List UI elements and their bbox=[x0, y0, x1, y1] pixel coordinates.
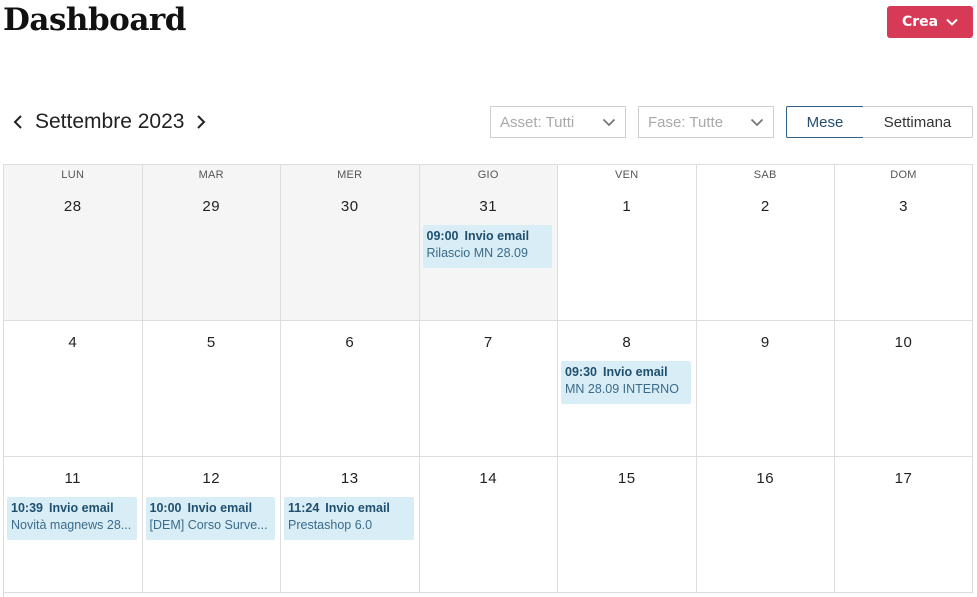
event-type: Invio email bbox=[602, 365, 668, 379]
weekday-header: VEN bbox=[614, 169, 639, 181]
month-navigation: Settembre 2023 bbox=[8, 108, 211, 136]
day-number: 16 bbox=[756, 470, 775, 487]
event-title: [DEM] Corso Surve... bbox=[149, 518, 268, 532]
day-cell[interactable]: 8 09:30 Invio email MN 28.09 INTERNO bbox=[558, 321, 697, 457]
day-cell[interactable]: VEN 1 bbox=[558, 165, 697, 321]
weekday-header: MER bbox=[337, 169, 363, 181]
event-header: 09:30 Invio email bbox=[565, 365, 687, 379]
event-header: 11:24 Invio email bbox=[288, 501, 410, 515]
event-title: MN 28.09 INTERNO bbox=[565, 382, 679, 396]
week-row: 11 10:39 Invio email Novità magnews 28... 12… bbox=[4, 457, 973, 593]
chevron-right-icon bbox=[197, 115, 206, 129]
day-cell[interactable]: 6 bbox=[281, 321, 420, 457]
event-time: 10:39 bbox=[11, 501, 43, 515]
chevron-down-icon bbox=[602, 118, 616, 126]
event-header: 10:39 Invio email bbox=[11, 501, 133, 515]
day-number: 5 bbox=[206, 334, 216, 351]
day-number: 9 bbox=[760, 334, 770, 351]
event-title: Prestashop 6.0 bbox=[288, 518, 373, 532]
day-cell[interactable]: DOM 3 bbox=[835, 165, 973, 321]
day-cell[interactable]: LUN 28 bbox=[4, 165, 143, 321]
calendar-event[interactable]: 11:24 Invio email Prestashop 6.0 bbox=[284, 497, 414, 540]
asset-filter-select[interactable]: Asset: Tutti bbox=[490, 106, 626, 138]
day-cell[interactable]: 11 10:39 Invio email Novità magnews 28... bbox=[4, 457, 143, 593]
day-cell[interactable]: 14 bbox=[419, 457, 558, 593]
week-row: LUN 28 MAR 29 MER 30 GIO 31 09:00 Invio email Rila… bbox=[4, 165, 973, 321]
fase-filter-value: Fase: Tutte bbox=[648, 113, 724, 131]
day-cell[interactable]: MAR 29 bbox=[142, 165, 281, 321]
day-number: 28 bbox=[63, 198, 82, 215]
day-cell[interactable]: 9 bbox=[696, 321, 835, 457]
day-cell[interactable]: 13 11:24 Invio email Prestashop 6.0 bbox=[281, 457, 420, 593]
view-month-button[interactable]: Mese bbox=[786, 106, 864, 138]
event-title: Novità magnews 28... bbox=[11, 518, 132, 532]
event-title: Rilascio MN 28.09 bbox=[426, 246, 528, 260]
calendar-event[interactable]: 09:30 Invio email MN 28.09 INTERNO bbox=[561, 361, 691, 404]
event-time: 09:00 bbox=[426, 229, 459, 243]
previous-month-button[interactable] bbox=[8, 108, 28, 136]
day-cell[interactable]: MER 30 bbox=[281, 165, 420, 321]
day-number: 29 bbox=[202, 198, 221, 215]
day-cell[interactable]: 4 bbox=[4, 321, 143, 457]
day-number: 6 bbox=[345, 334, 355, 351]
event-type: Invio email bbox=[187, 501, 253, 515]
current-month-label: Settembre 2023 bbox=[35, 110, 185, 133]
calendar-event[interactable]: 10:39 Invio email Novità magnews 28... bbox=[7, 497, 137, 540]
day-cell[interactable]: 7 bbox=[419, 321, 558, 457]
event-type: Invio email bbox=[48, 501, 114, 515]
fase-filter-select[interactable]: Fase: Tutte bbox=[638, 106, 774, 138]
day-number: 17 bbox=[894, 470, 913, 487]
weekday-header: DOM bbox=[890, 169, 917, 181]
day-cell[interactable]: 12 10:00 Invio email [DEM] Corso Surve... bbox=[142, 457, 281, 593]
event-time: 10:00 bbox=[149, 501, 182, 515]
event-type: Invio email bbox=[325, 501, 390, 515]
day-number: 30 bbox=[340, 198, 359, 215]
day-number: 15 bbox=[617, 470, 636, 487]
chevron-left-icon bbox=[13, 115, 22, 129]
day-cell[interactable]: 16 bbox=[696, 457, 835, 593]
next-month-button[interactable] bbox=[191, 108, 211, 136]
chevron-down-icon bbox=[946, 18, 958, 26]
calendar-event[interactable]: 10:00 Invio email [DEM] Corso Surve... bbox=[145, 497, 275, 540]
event-header: 10:00 Invio email bbox=[150, 501, 272, 515]
month-calendar-grid: LUN 28 MAR 29 MER 30 GIO 31 09:00 Invio email Rila… bbox=[3, 164, 973, 597]
day-number: 4 bbox=[68, 334, 78, 351]
day-cell[interactable]: 5 bbox=[142, 321, 281, 457]
day-number: 10 bbox=[894, 334, 913, 351]
day-cell[interactable]: 17 bbox=[835, 457, 973, 593]
asset-filter-value: Asset: Tutti bbox=[500, 113, 575, 131]
day-cell[interactable]: 10 bbox=[835, 321, 973, 457]
event-time: 09:30 bbox=[565, 365, 597, 379]
page-title: Dashboard bbox=[3, 2, 186, 38]
view-week-button[interactable]: Settimana bbox=[863, 106, 973, 138]
day-number: 31 bbox=[479, 198, 498, 215]
day-number: 2 bbox=[760, 198, 770, 215]
weekday-header: MAR bbox=[198, 169, 224, 181]
day-number: 8 bbox=[622, 334, 632, 351]
weekday-header: LUN bbox=[61, 169, 85, 181]
create-button-label: Crea bbox=[901, 14, 939, 30]
chevron-down-icon bbox=[750, 118, 764, 126]
event-header: 09:00 Invio email bbox=[427, 229, 549, 243]
day-number: 13 bbox=[340, 470, 359, 487]
calendar-event[interactable]: 09:00 Invio email Rilascio MN 28.09 bbox=[422, 225, 552, 268]
event-type: Invio email bbox=[464, 229, 530, 243]
weekday-header: GIO bbox=[477, 169, 499, 181]
day-cell[interactable]: GIO 31 09:00 Invio email Rilascio MN 28.09 bbox=[419, 165, 558, 321]
day-number: 12 bbox=[202, 470, 221, 487]
create-button[interactable]: Crea bbox=[887, 6, 973, 38]
day-number: 1 bbox=[622, 198, 632, 215]
day-number: 11 bbox=[64, 470, 82, 487]
day-number: 14 bbox=[479, 470, 498, 487]
day-cell[interactable]: 15 bbox=[558, 457, 697, 593]
day-number: 7 bbox=[483, 334, 493, 351]
day-cell[interactable]: SAB 2 bbox=[696, 165, 835, 321]
day-number: 3 bbox=[899, 198, 908, 215]
weekday-header: SAB bbox=[753, 169, 777, 181]
week-row: 4 5 6 7 8 09:30 Invio email MN 28.09 INTERNO 9 10 bbox=[4, 321, 973, 457]
event-time: 11:24 bbox=[288, 501, 320, 515]
